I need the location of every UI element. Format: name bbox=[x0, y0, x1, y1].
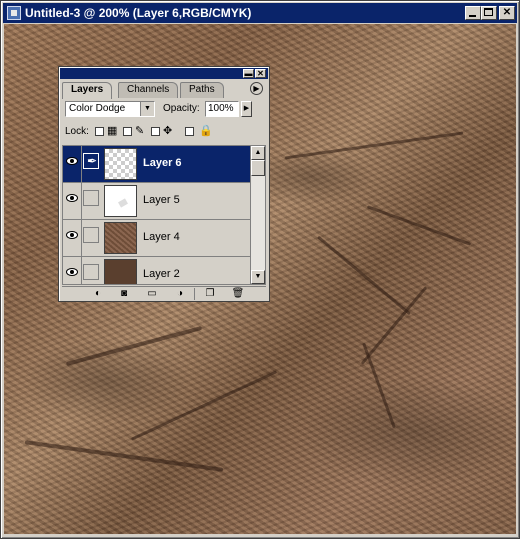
document-title: Untitled-3 @ 200% (Layer 6,RGB/CMYK) bbox=[25, 6, 252, 20]
close-icon: ✕ bbox=[502, 7, 512, 18]
texture-crack bbox=[284, 131, 464, 160]
link-toggle[interactable] bbox=[83, 190, 99, 206]
visibility-toggle[interactable] bbox=[63, 183, 82, 219]
texture-crack bbox=[317, 235, 411, 316]
eye-icon bbox=[66, 194, 78, 202]
layers-scrollbar[interactable]: ▲ ▼ bbox=[251, 145, 266, 285]
texture-crack bbox=[24, 440, 224, 472]
blend-mode-select[interactable]: Color Dodge ▼ bbox=[65, 101, 155, 117]
layers-palette: ▬ ✕ Layers Channels Paths ▶ Color Dodge … bbox=[58, 66, 270, 302]
visibility-toggle[interactable] bbox=[63, 220, 82, 256]
blend-options-row: Color Dodge ▼ Opacity: 100% ▶ bbox=[63, 101, 263, 119]
blend-mode-value: Color Dodge bbox=[69, 103, 126, 114]
lock-row: Lock: ▦ ✎ ✥ 🔒 bbox=[63, 124, 263, 140]
layer-row[interactable]: Layer 2 bbox=[63, 257, 250, 284]
document-titlebar[interactable]: Untitled-3 @ 200% (Layer 6,RGB/CMYK) ✕ bbox=[3, 3, 517, 23]
layer-thumbnail bbox=[104, 148, 137, 180]
texture-crack bbox=[366, 205, 472, 246]
layer-thumbnail bbox=[104, 259, 137, 284]
tab-paths[interactable]: Paths bbox=[180, 82, 224, 98]
transparency-icon: ▦ bbox=[107, 125, 118, 137]
layer-thumbnail bbox=[104, 185, 137, 217]
lock-icon: 🔒 bbox=[199, 125, 213, 137]
scroll-down-button[interactable]: ▼ bbox=[251, 270, 265, 284]
mask-icon[interactable]: ◙ bbox=[116, 288, 132, 300]
link-toggle[interactable] bbox=[83, 227, 99, 243]
palette-menu-button[interactable]: ▶ bbox=[250, 82, 263, 95]
palette-bottom-bar: ◐ ◙ ▭ ◑ ❐ 🗑 bbox=[62, 286, 266, 301]
layer-thumbnail bbox=[104, 222, 137, 254]
layer-name: Layer 6 bbox=[143, 157, 182, 169]
texture-crack bbox=[362, 342, 396, 429]
close-icon: ✕ bbox=[257, 69, 264, 78]
palette-titlebar[interactable]: ▬ ✕ bbox=[60, 68, 268, 79]
tab-layers[interactable]: Layers bbox=[62, 82, 113, 99]
layers-list: ✒ Layer 6 Layer 5 Layer 4 Layer 2 bbox=[62, 145, 251, 285]
layer-name: Layer 5 bbox=[143, 194, 180, 206]
opacity-input[interactable]: 100% bbox=[205, 101, 239, 117]
adjustment-layer-icon[interactable]: ◑ bbox=[172, 288, 188, 300]
maximize-icon bbox=[484, 8, 493, 16]
tab-channels[interactable]: Channels bbox=[118, 82, 179, 98]
layer-style-icon[interactable]: ◐ bbox=[90, 288, 106, 300]
triangle-up-icon: ▲ bbox=[254, 149, 262, 156]
divider bbox=[194, 288, 195, 300]
minimize-icon bbox=[469, 15, 476, 17]
minimize-icon: ▬ bbox=[244, 69, 253, 78]
palette-tabs: Layers Channels Paths bbox=[62, 82, 267, 99]
layer-row[interactable]: Layer 5 bbox=[63, 183, 250, 220]
layer-row[interactable]: Layer 4 bbox=[63, 220, 250, 257]
layer-name: Layer 4 bbox=[143, 231, 180, 243]
scroll-up-button[interactable]: ▲ bbox=[251, 146, 265, 160]
photoshop-doc-icon[interactable] bbox=[7, 6, 21, 20]
eye-icon bbox=[66, 157, 78, 165]
triangle-right-icon: ▶ bbox=[253, 84, 260, 93]
lock-label: Lock: bbox=[65, 126, 89, 137]
layer-row[interactable]: ✒ Layer 6 bbox=[63, 146, 250, 183]
paintbrush-icon: ✒ bbox=[87, 154, 98, 168]
trash-icon[interactable]: 🗑 bbox=[230, 288, 246, 300]
move-icon: ✥ bbox=[163, 125, 173, 137]
texture-crack bbox=[130, 370, 278, 441]
link-toggle[interactable] bbox=[83, 264, 99, 280]
minimize-button[interactable] bbox=[465, 6, 481, 20]
lock-transparency-checkbox[interactable] bbox=[95, 127, 104, 136]
texture-crack bbox=[65, 325, 203, 367]
visibility-toggle[interactable] bbox=[63, 257, 82, 284]
lock-all-checkbox[interactable] bbox=[185, 127, 194, 136]
layer-name: Layer 2 bbox=[143, 268, 180, 280]
maximize-button[interactable] bbox=[481, 6, 497, 20]
eye-icon bbox=[66, 231, 78, 239]
eye-icon bbox=[66, 268, 78, 276]
triangle-right-icon: ▶ bbox=[243, 105, 250, 112]
lock-position-checkbox[interactable] bbox=[151, 127, 160, 136]
opacity-slider-button[interactable]: ▶ bbox=[241, 101, 252, 117]
chevron-down-icon[interactable]: ▼ bbox=[140, 102, 154, 116]
triangle-down-icon: ▼ bbox=[254, 273, 262, 280]
new-layer-icon[interactable]: ❐ bbox=[202, 288, 218, 300]
close-button[interactable]: ✕ bbox=[499, 6, 515, 20]
new-set-icon[interactable]: ▭ bbox=[144, 288, 160, 300]
palette-close-button[interactable]: ✕ bbox=[255, 69, 266, 78]
lock-image-checkbox[interactable] bbox=[123, 127, 132, 136]
visibility-toggle[interactable] bbox=[63, 146, 82, 182]
scroll-thumb[interactable] bbox=[251, 160, 265, 176]
opacity-label: Opacity: bbox=[163, 103, 200, 114]
brush-icon: ✎ bbox=[135, 125, 145, 137]
palette-minimize-button[interactable]: ▬ bbox=[243, 69, 254, 78]
link-toggle[interactable]: ✒ bbox=[83, 153, 99, 169]
